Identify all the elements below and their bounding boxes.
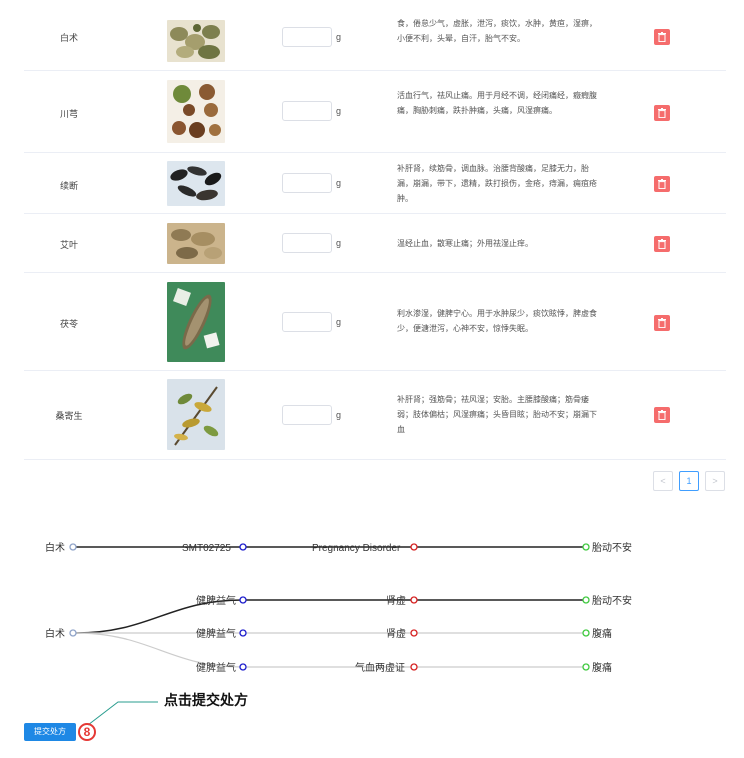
herb-image [167, 161, 225, 206]
submit-prescription-button[interactable]: 提交处方 [24, 723, 76, 741]
callout-line [88, 701, 158, 726]
herb-name: 茯苓 [59, 319, 78, 329]
delete-button[interactable] [654, 176, 670, 192]
dose-input[interactable] [282, 27, 332, 47]
dose-input[interactable] [282, 101, 332, 121]
table-row: 艾叶 g 温经止血，散寒止痛；外用祛湿止痒。 [24, 214, 726, 273]
dose-input[interactable] [282, 233, 332, 253]
herb-image [167, 282, 225, 362]
herb-image [167, 20, 225, 62]
herb-description: 活血行气，祛风止痛。用于月经不调，经闭痛经，癥瘕腹痛，胸胁刺痛，跌扑肿痛，头痛，… [397, 91, 597, 115]
graph-node-syndrome: 肾虚 [386, 595, 406, 607]
annotation-text: 点击提交处方 [164, 693, 248, 709]
step-badge: 8 [78, 723, 96, 741]
trash-icon [658, 32, 666, 42]
trash-icon [658, 410, 666, 420]
delete-button[interactable] [654, 236, 670, 252]
herb-image [167, 223, 225, 264]
graph-node-symptom: 胎动不安 [592, 541, 632, 554]
delete-button[interactable] [654, 29, 670, 45]
table-row: 续断 g 补肝肾，续筋骨，调血脉。治腰背酸痛，足膝无力，胎漏，崩漏，带下，遗精，… [24, 153, 726, 214]
graph-node-efficacy: 健脾益气 [196, 594, 236, 607]
dose-input[interactable] [282, 405, 332, 425]
table-row: 白术 g 补脾，益胃，燥湿，和中，安胎。治脾胃气弱，不思饮食，倦怠少气，虚胀，泄… [24, 0, 726, 71]
graph-node-disease: Pregnancy Disorder [312, 543, 401, 554]
herb-description: 温经止血，散寒止痛；外用祛湿止痒。 [397, 239, 533, 248]
graph-node-symptom: 胎动不安 [592, 594, 632, 607]
dose-unit: g [336, 106, 342, 116]
next-page-button[interactable]: > [705, 471, 725, 491]
herb-description: 补脾，益胃，燥湿，和中，安胎。治脾胃气弱，不思饮食，倦怠少气，虚胀，泄泻，痰饮，… [397, 14, 597, 60]
herb-image [167, 80, 225, 143]
herb-name: 续断 [59, 181, 78, 191]
delete-button[interactable] [654, 105, 670, 121]
delete-button[interactable] [654, 315, 670, 331]
dose-unit: g [336, 178, 342, 188]
herb-name: 艾叶 [59, 240, 78, 250]
table-row: 桑寄生 g 补肝肾；强筋骨；祛风湿；安胎。主腰膝酸痛；筋骨痿弱；肢体偏枯；风湿痹… [24, 371, 726, 460]
herb-description: 补肝肾；强筋骨；祛风湿；安胎。主腰膝酸痛；筋骨痿弱；肢体偏枯；风湿痹痛；头昏目眩… [397, 395, 597, 434]
graph-node-efficacy: 健脾益气 [196, 661, 236, 674]
herb-name: 白术 [59, 33, 78, 43]
dose-unit: g [336, 32, 342, 42]
graph-node-symptom: 腹痛 [592, 627, 612, 640]
dose-input[interactable] [282, 312, 332, 332]
table-row: 川芎 g 活血行气，祛风止痛。用于月经不调，经闭痛经，癥瘕腹痛，胸胁刺痛，跌扑肿… [24, 71, 726, 153]
graph-node-syndrome: 肾虚 [386, 628, 406, 640]
prev-page-button[interactable]: < [653, 471, 673, 491]
dose-unit: g [336, 410, 342, 420]
dose-unit: g [336, 317, 342, 327]
herb-name: 桑寄生 [55, 411, 83, 421]
herb-name: 川芎 [59, 109, 78, 119]
herb-description: 补肝肾，续筋骨，调血脉。治腰背酸痛，足膝无力，胎漏，崩漏，带下，遗精，跌打损伤，… [397, 164, 597, 203]
table-row: 茯苓 g 利水渗湿，健脾宁心。用于水肿尿少，痰饮眩悸，脾虚食少，便溏泄泻，心神不… [24, 273, 726, 371]
graph-node-syndrome: 气血两虚证 [355, 661, 405, 674]
herb-description: 利水渗湿，健脾宁心。用于水肿尿少，痰饮眩悸，脾虚食少，便溏泄泻，心神不安，惊悸失… [397, 309, 597, 333]
graph-node-herb: 白术 [45, 541, 65, 554]
trash-icon [658, 318, 666, 328]
knowledge-graph: 白术 SMT02725 Pregnancy Disorder 胎动不安 白术 健… [45, 541, 632, 674]
trash-icon [658, 108, 666, 118]
graph-node-compound: SMT02725 [182, 543, 231, 554]
trash-icon [658, 179, 666, 189]
graph-node-herb: 白术 [45, 627, 65, 640]
graph-node-efficacy: 健脾益气 [196, 627, 236, 640]
herb-image [167, 379, 225, 450]
trash-icon [658, 239, 666, 249]
herb-description-text: 补脾，益胃，燥湿，和中，安胎。治脾胃气弱，不思饮食，倦怠少气，虚胀，泄泻，痰饮，… [397, 19, 597, 43]
page-1-button[interactable]: 1 [679, 471, 699, 491]
dose-input[interactable] [282, 173, 332, 193]
delete-button[interactable] [654, 407, 670, 423]
dose-unit: g [336, 238, 342, 248]
graph-node-symptom: 腹痛 [592, 661, 612, 674]
